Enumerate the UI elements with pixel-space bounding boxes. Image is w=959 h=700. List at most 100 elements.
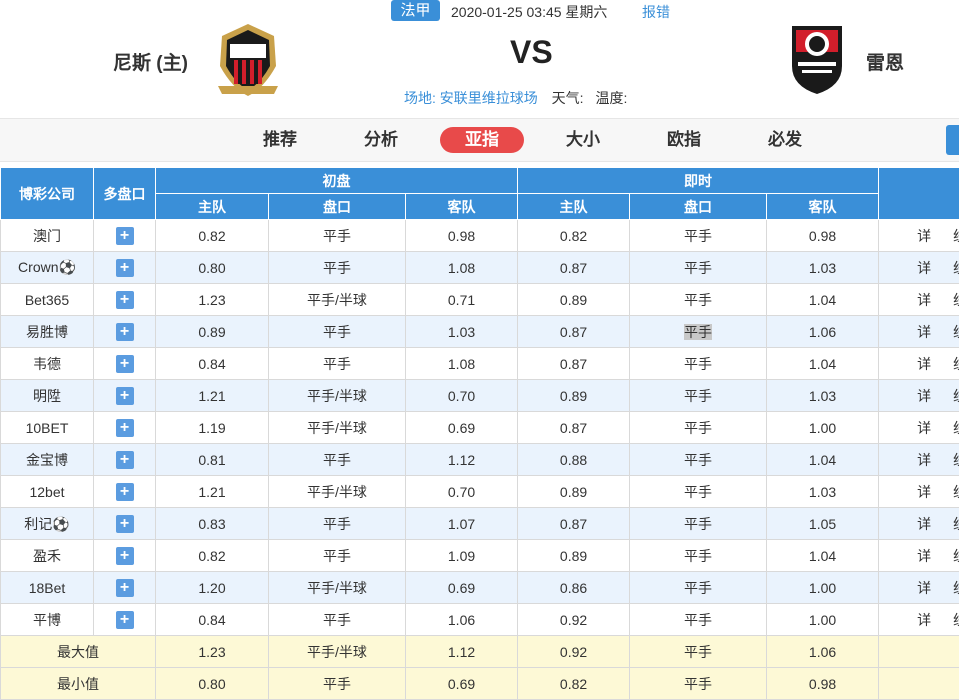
plus-icon[interactable]: + <box>116 547 134 565</box>
detail-link[interactable]: 详 <box>917 548 931 564</box>
tab-recommend[interactable]: 推荐 <box>238 127 322 153</box>
trend-link[interactable]: 统 <box>953 452 959 468</box>
plus-icon[interactable]: + <box>116 483 134 501</box>
live-line: 平手 <box>630 380 767 412</box>
multi-line-cell: + <box>94 604 156 636</box>
plus-icon[interactable]: + <box>116 387 134 405</box>
trend-link[interactable]: 统 <box>953 580 959 596</box>
venue-link[interactable]: 安联里维拉球场 <box>440 90 538 106</box>
plus-icon[interactable]: + <box>116 451 134 469</box>
multi-line-cell: + <box>94 380 156 412</box>
company-name[interactable]: 利记⚽ <box>1 508 94 540</box>
live-line: 平手 <box>630 604 767 636</box>
trend-link[interactable]: 统 <box>953 388 959 404</box>
plus-icon[interactable]: + <box>116 579 134 597</box>
trend-link[interactable]: 统 <box>953 292 959 308</box>
company-name[interactable]: Bet365 <box>1 284 94 316</box>
detail-link[interactable]: 详 <box>917 484 931 500</box>
plus-icon[interactable]: + <box>116 611 134 629</box>
side-menu-button[interactable] <box>946 125 959 155</box>
initial-home-odds: 1.23 <box>156 284 269 316</box>
weather-label: 天气: <box>552 90 584 106</box>
trend-link[interactable]: 统 <box>953 420 959 436</box>
detail-link[interactable]: 详 <box>917 292 931 308</box>
header-multi-line: 多盘口 <box>94 168 156 220</box>
trend-link[interactable]: 统 <box>953 228 959 244</box>
multi-line-cell: + <box>94 508 156 540</box>
detail-link[interactable]: 详 <box>917 516 931 532</box>
summary-live-away-odds: 1.06 <box>767 636 879 668</box>
report-link[interactable]: 报错 <box>642 2 670 22</box>
company-name[interactable]: 平博 <box>1 604 94 636</box>
header-extra <box>879 168 959 220</box>
live-line: 平手 <box>630 444 767 476</box>
multi-line-cell: + <box>94 252 156 284</box>
detail-link[interactable]: 详 <box>917 420 931 436</box>
plus-icon[interactable]: + <box>116 227 134 245</box>
company-name[interactable]: 澳门 <box>1 220 94 252</box>
match-datetime: 2020-01-25 03:45 星期六 <box>451 2 607 22</box>
live-home-odds: 0.87 <box>518 316 630 348</box>
initial-home-odds: 1.21 <box>156 476 269 508</box>
trend-link[interactable]: 统 <box>953 324 959 340</box>
company-name[interactable]: 盈禾 <box>1 540 94 572</box>
plus-icon[interactable]: + <box>116 419 134 437</box>
trend-link[interactable]: 统 <box>953 356 959 372</box>
initial-line: 平手/半球 <box>269 476 406 508</box>
trend-link[interactable]: 统 <box>953 260 959 276</box>
summary-initial-home-odds: 1.23 <box>156 636 269 668</box>
detail-cell: 详统 <box>879 220 959 252</box>
plus-icon[interactable]: + <box>116 259 134 277</box>
trend-link[interactable]: 统 <box>953 516 959 532</box>
tab-betfair[interactable]: 必发 <box>743 127 827 153</box>
league-badge[interactable]: 法甲 <box>391 0 440 21</box>
detail-link[interactable]: 详 <box>917 260 931 276</box>
company-name[interactable]: 10BET <box>1 412 94 444</box>
company-name[interactable]: 易胜博 <box>1 316 94 348</box>
tab-european-odds[interactable]: 欧指 <box>642 127 726 153</box>
detail-link[interactable]: 详 <box>917 580 931 596</box>
trend-link[interactable]: 统 <box>953 612 959 628</box>
header-live-line: 盘口 <box>630 194 767 220</box>
initial-home-odds: 0.84 <box>156 604 269 636</box>
detail-link[interactable]: 详 <box>917 388 931 404</box>
plus-icon[interactable]: + <box>116 323 134 341</box>
trend-link[interactable]: 统 <box>953 484 959 500</box>
company-name[interactable]: Crown⚽ <box>1 252 94 284</box>
header-company: 博彩公司 <box>1 168 94 220</box>
company-name[interactable]: 12bet <box>1 476 94 508</box>
live-line: 平手 <box>630 284 767 316</box>
multi-line-cell: + <box>94 316 156 348</box>
trend-link[interactable]: 统 <box>953 548 959 564</box>
live-away-odds: 1.04 <box>767 444 879 476</box>
detail-link[interactable]: 详 <box>917 356 931 372</box>
company-name[interactable]: 明陞 <box>1 380 94 412</box>
company-name[interactable]: 金宝博 <box>1 444 94 476</box>
plus-icon[interactable]: + <box>116 291 134 309</box>
table-row: 10BET+1.19平手/半球0.690.87平手1.00详统 <box>1 412 959 444</box>
live-line: 平手 <box>630 412 767 444</box>
plus-icon[interactable]: + <box>116 515 134 533</box>
detail-link[interactable]: 详 <box>917 452 931 468</box>
company-name[interactable]: 18Bet <box>1 572 94 604</box>
venue-line: 场地: 安联里维拉球场 天气: 温度: <box>404 88 627 108</box>
tab-over-under[interactable]: 大小 <box>541 127 625 153</box>
detail-cell: 详统 <box>879 412 959 444</box>
home-team-name[interactable]: 尼斯 (主) <box>113 48 188 75</box>
plus-icon[interactable]: + <box>116 355 134 373</box>
detail-link[interactable]: 详 <box>917 612 931 628</box>
initial-away-odds: 0.98 <box>406 220 518 252</box>
live-line: 平手 <box>630 316 767 348</box>
tab-asian-handicap[interactable]: 亚指 <box>440 127 524 153</box>
summary-extra <box>879 636 959 668</box>
detail-link[interactable]: 详 <box>917 228 931 244</box>
table-row: 12bet+1.21平手/半球0.700.89平手1.03详统 <box>1 476 959 508</box>
live-home-odds: 0.88 <box>518 444 630 476</box>
tab-analysis[interactable]: 分析 <box>339 127 423 153</box>
detail-cell: 详统 <box>879 380 959 412</box>
detail-link[interactable]: 详 <box>917 324 931 340</box>
away-team-name[interactable]: 雷恩 <box>866 48 904 75</box>
company-name[interactable]: 韦德 <box>1 348 94 380</box>
initial-away-odds: 0.70 <box>406 380 518 412</box>
table-row: Crown⚽+0.80平手1.080.87平手1.03详统 <box>1 252 959 284</box>
